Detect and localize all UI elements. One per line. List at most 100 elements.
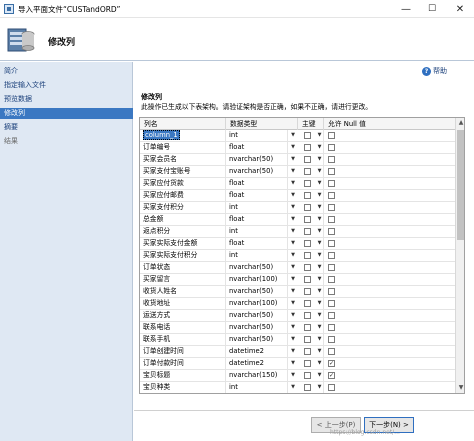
table-row[interactable]: column_1 int ▼ ▼ [140, 130, 455, 142]
nav-item-summary[interactable]: 摘要 [0, 122, 133, 133]
data-type-cell[interactable]: float [226, 178, 288, 189]
scroll-up-icon[interactable]: ▲ [456, 118, 464, 128]
key-dropdown-icon[interactable]: ▼ [316, 130, 324, 141]
column-name-cell[interactable]: 订单付款时间 [140, 358, 226, 369]
key-dropdown-icon[interactable]: ▼ [316, 166, 324, 177]
primary-key-checkbox[interactable] [304, 216, 311, 223]
allow-null-checkbox[interactable]: ✓ [328, 360, 335, 367]
primary-key-checkbox[interactable] [304, 312, 311, 319]
type-dropdown-icon[interactable]: ▼ [288, 346, 298, 357]
table-row[interactable]: 订单编号 float ▼ ▼ [140, 142, 455, 154]
allow-null-checkbox[interactable] [328, 156, 335, 163]
key-dropdown-icon[interactable]: ▼ [316, 250, 324, 261]
allow-null-checkbox[interactable] [328, 204, 335, 211]
column-name-cell[interactable]: 订单编号 [140, 142, 226, 153]
column-name-cell[interactable]: 收货地址 [140, 298, 226, 309]
data-type-cell[interactable]: nvarchar(50) [226, 166, 288, 177]
allow-null-checkbox[interactable] [328, 324, 335, 331]
column-name-cell[interactable]: 宝贝标题 [140, 370, 226, 381]
primary-key-checkbox[interactable] [304, 132, 311, 139]
type-dropdown-icon[interactable]: ▼ [288, 322, 298, 333]
type-dropdown-icon[interactable]: ▼ [288, 370, 298, 381]
data-type-cell[interactable]: nvarchar(100) [226, 298, 288, 309]
help-link[interactable]: ? 帮助 [422, 66, 447, 76]
column-name-cell[interactable]: column_1 [140, 130, 226, 141]
allow-null-checkbox[interactable] [328, 276, 335, 283]
primary-key-checkbox[interactable] [304, 372, 311, 379]
allow-null-checkbox[interactable] [328, 336, 335, 343]
primary-key-checkbox[interactable] [304, 300, 311, 307]
type-dropdown-icon[interactable]: ▼ [288, 382, 298, 393]
key-dropdown-icon[interactable]: ▼ [316, 346, 324, 357]
type-dropdown-icon[interactable]: ▼ [288, 130, 298, 141]
data-type-cell[interactable]: nvarchar(50) [226, 286, 288, 297]
table-row[interactable]: 订单状态 nvarchar(50) ▼ ▼ [140, 262, 455, 274]
primary-key-checkbox[interactable] [304, 168, 311, 175]
column-name-cell[interactable]: 买家会员名 [140, 154, 226, 165]
table-row[interactable]: 买家会员名 nvarchar(50) ▼ ▼ [140, 154, 455, 166]
key-dropdown-icon[interactable]: ▼ [316, 214, 324, 225]
table-row[interactable]: 宝贝标题 nvarchar(150) ▼ ▼ ✓ [140, 370, 455, 382]
table-row[interactable]: 买家支付积分 int ▼ ▼ [140, 202, 455, 214]
allow-null-checkbox[interactable]: ✓ [328, 372, 335, 379]
data-type-cell[interactable]: nvarchar(50) [226, 322, 288, 333]
data-type-cell[interactable]: float [226, 142, 288, 153]
key-dropdown-icon[interactable]: ▼ [316, 238, 324, 249]
type-dropdown-icon[interactable]: ▼ [288, 178, 298, 189]
primary-key-checkbox[interactable] [304, 228, 311, 235]
column-name-cell[interactable]: 运送方式 [140, 310, 226, 321]
type-dropdown-icon[interactable]: ▼ [288, 214, 298, 225]
key-dropdown-icon[interactable]: ▼ [316, 262, 324, 273]
data-type-cell[interactable]: datetime2 [226, 346, 288, 357]
allow-null-checkbox[interactable] [328, 348, 335, 355]
column-name-cell[interactable]: 买家支付积分 [140, 202, 226, 213]
data-type-cell[interactable]: int [226, 250, 288, 261]
data-type-cell[interactable]: float [226, 214, 288, 225]
type-dropdown-icon[interactable]: ▼ [288, 274, 298, 285]
type-dropdown-icon[interactable]: ▼ [288, 358, 298, 369]
key-dropdown-icon[interactable]: ▼ [316, 274, 324, 285]
close-button[interactable]: ✕ [446, 0, 474, 18]
key-dropdown-icon[interactable]: ▼ [316, 202, 324, 213]
table-row[interactable]: 买家实际支付金额 float ▼ ▼ [140, 238, 455, 250]
key-dropdown-icon[interactable]: ▼ [316, 298, 324, 309]
primary-key-checkbox[interactable] [304, 180, 311, 187]
primary-key-checkbox[interactable] [304, 204, 311, 211]
data-type-cell[interactable]: datetime2 [226, 358, 288, 369]
type-dropdown-icon[interactable]: ▼ [288, 310, 298, 321]
primary-key-checkbox[interactable] [304, 144, 311, 151]
key-dropdown-icon[interactable]: ▼ [316, 370, 324, 381]
key-dropdown-icon[interactable]: ▼ [316, 190, 324, 201]
column-name-cell[interactable]: 返点积分 [140, 226, 226, 237]
allow-null-checkbox[interactable] [328, 144, 335, 151]
table-row[interactable]: 买家实际支付积分 int ▼ ▼ [140, 250, 455, 262]
type-dropdown-icon[interactable]: ▼ [288, 262, 298, 273]
type-dropdown-icon[interactable]: ▼ [288, 202, 298, 213]
data-type-cell[interactable]: nvarchar(50) [226, 310, 288, 321]
allow-null-checkbox[interactable] [328, 252, 335, 259]
key-dropdown-icon[interactable]: ▼ [316, 286, 324, 297]
table-row[interactable]: 收货地址 nvarchar(100) ▼ ▼ [140, 298, 455, 310]
table-row[interactable]: 买家应付邮费 float ▼ ▼ [140, 190, 455, 202]
table-row[interactable]: 收货人姓名 nvarchar(50) ▼ ▼ [140, 286, 455, 298]
key-dropdown-icon[interactable]: ▼ [316, 382, 324, 393]
primary-key-checkbox[interactable] [304, 348, 311, 355]
column-name-cell[interactable]: 收货人姓名 [140, 286, 226, 297]
allow-null-checkbox[interactable] [328, 228, 335, 235]
type-dropdown-icon[interactable]: ▼ [288, 142, 298, 153]
key-dropdown-icon[interactable]: ▼ [316, 142, 324, 153]
allow-null-checkbox[interactable] [328, 240, 335, 247]
nav-item-input-file[interactable]: 指定输入文件 [0, 80, 133, 91]
table-row[interactable]: 联系手机 nvarchar(50) ▼ ▼ [140, 334, 455, 346]
table-row[interactable]: 返点积分 int ▼ ▼ [140, 226, 455, 238]
table-row[interactable]: 运送方式 nvarchar(50) ▼ ▼ [140, 310, 455, 322]
primary-key-checkbox[interactable] [304, 156, 311, 163]
allow-null-checkbox[interactable] [328, 132, 335, 139]
column-name-cell[interactable]: 订单状态 [140, 262, 226, 273]
type-dropdown-icon[interactable]: ▼ [288, 334, 298, 345]
nav-item-modify-columns[interactable]: 修改列 [0, 108, 133, 119]
allow-null-checkbox[interactable] [328, 264, 335, 271]
type-dropdown-icon[interactable]: ▼ [288, 166, 298, 177]
key-dropdown-icon[interactable]: ▼ [316, 310, 324, 321]
allow-null-checkbox[interactable] [328, 216, 335, 223]
